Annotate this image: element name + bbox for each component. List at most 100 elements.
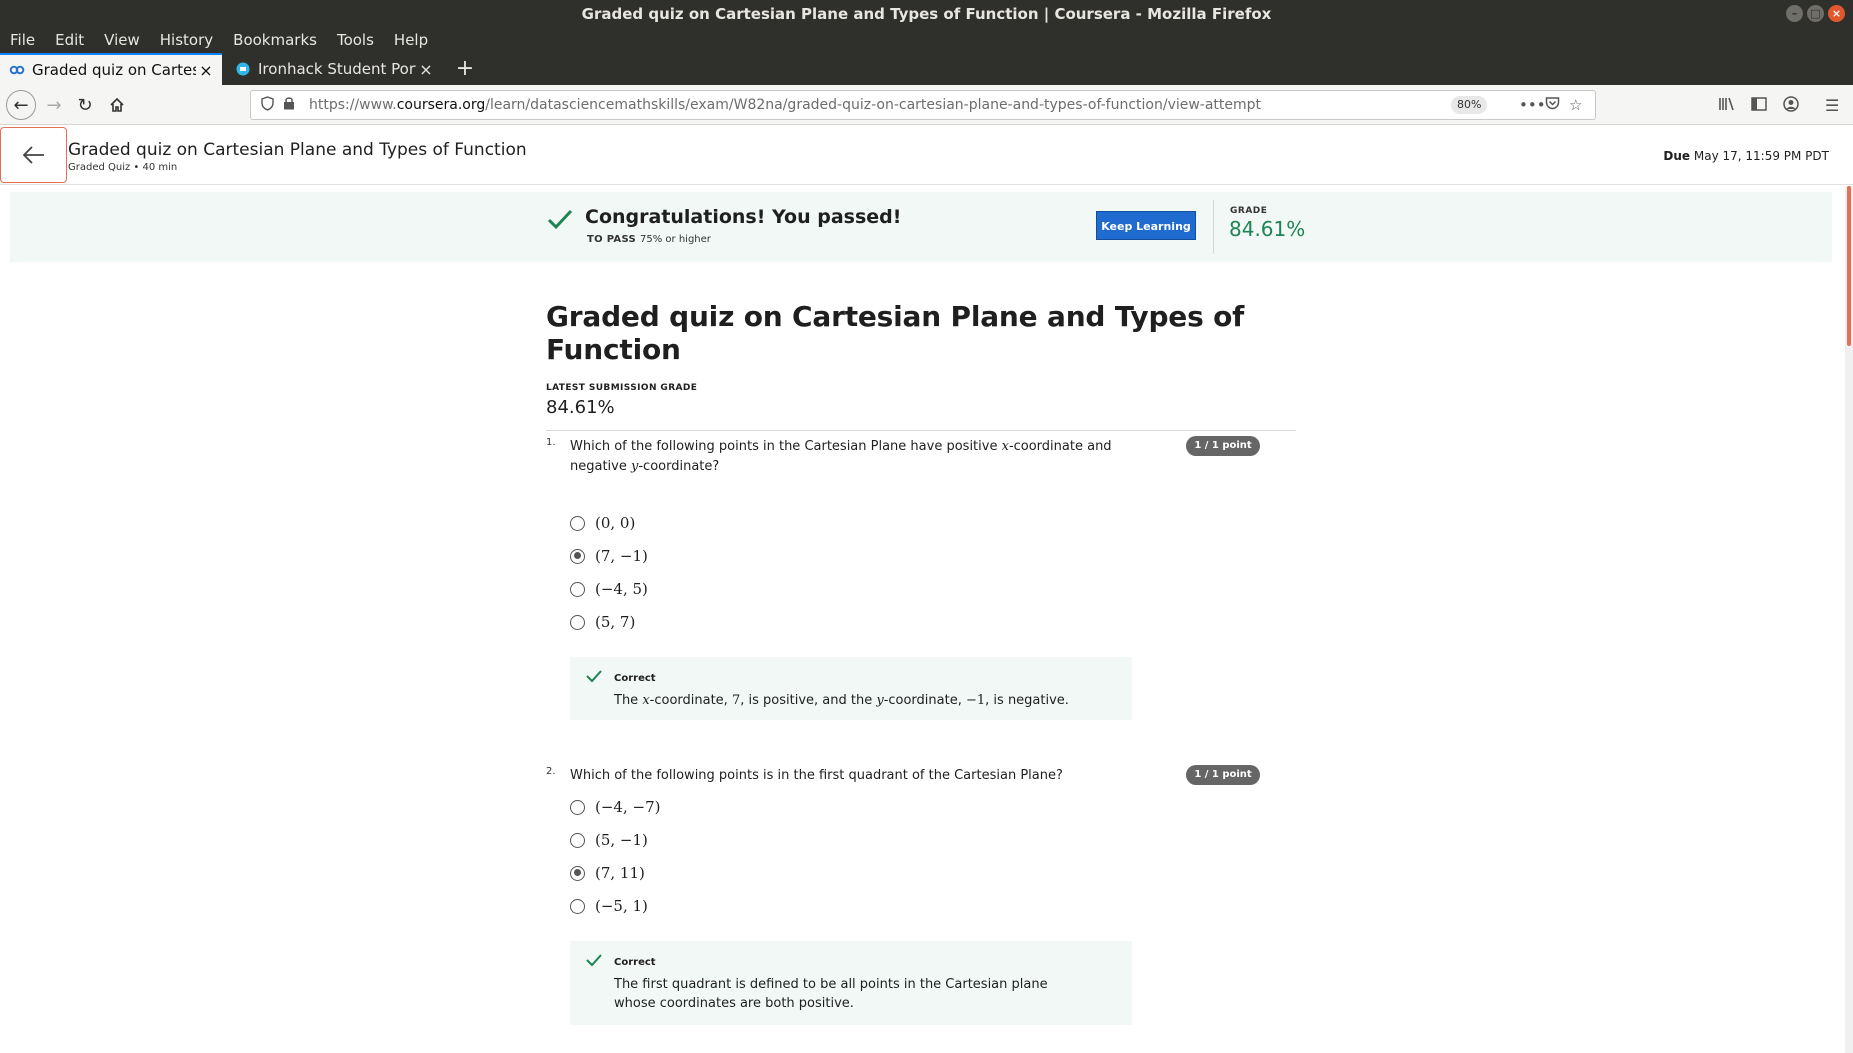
window-titlebar: Graded quiz on Cartesian Plane and Types… [0, 0, 1853, 28]
keep-learning-button[interactable]: Keep Learning [1096, 211, 1196, 240]
reload-icon[interactable]: ↻ [71, 91, 99, 119]
radio-button[interactable] [570, 832, 585, 848]
math-number: 7 [731, 693, 741, 708]
menu-tools[interactable]: Tools [337, 28, 384, 53]
back-arrow-icon[interactable]: ← [6, 90, 36, 120]
radio-button[interactable] [570, 614, 585, 630]
account-icon[interactable] [1783, 96, 1799, 116]
home-icon[interactable] [103, 91, 131, 119]
latest-grade-value: 84.61% [546, 397, 615, 418]
radio-button-selected[interactable] [570, 548, 585, 564]
tab-coursera-quiz[interactable]: Graded quiz on Cartesian Plane and Types… [0, 53, 222, 85]
menu-history[interactable]: History [160, 28, 223, 53]
course-header: Graded quiz on Cartesian Plane and Types… [0, 125, 1853, 185]
more-actions-icon[interactable]: ••• [1519, 96, 1546, 114]
answer-option[interactable]: (7, 11) [570, 863, 645, 883]
tab-bar: Graded quiz on Cartesian Plane and Types… [0, 53, 1853, 85]
check-icon [547, 204, 573, 237]
pocket-icon[interactable] [1545, 96, 1560, 114]
grade-value: 84.61% [1229, 217, 1306, 241]
back-arrow-icon[interactable] [0, 127, 67, 183]
option-label: (0, 0) [595, 514, 636, 532]
feedback-box: Correct The first quadrant is defined to… [570, 941, 1132, 1025]
quiz-subtitle: Graded Quiz • 40 min [68, 162, 178, 173]
option-label: (−4, 5) [595, 580, 648, 598]
new-tab-icon[interactable]: + [452, 56, 478, 81]
question-text: Which of the following points in the Car… [570, 437, 1130, 477]
url-path: /learn/datasciencemathskills/exam/W82na/… [485, 97, 1262, 113]
to-pass-label: TO PASS [587, 234, 637, 245]
latest-grade-label: LATEST SUBMISSION GRADE [546, 383, 698, 393]
feedback-title: Correct [614, 957, 656, 968]
url-domain: coursera.org [396, 97, 486, 113]
tab-close-icon[interactable]: × [196, 61, 216, 80]
lock-icon[interactable] [283, 96, 295, 114]
pass-banner: Congratulations! You passed! TO PASS 75% … [10, 192, 1832, 262]
forward-arrow-icon[interactable]: → [40, 91, 68, 119]
tab-close-icon[interactable]: × [416, 60, 436, 79]
menu-bookmarks[interactable]: Bookmarks [233, 28, 327, 53]
coursera-favicon-icon [8, 61, 26, 79]
option-label: (5, 7) [595, 613, 636, 631]
maximize-icon[interactable]: □ [1807, 5, 1824, 22]
radio-button[interactable] [570, 799, 585, 815]
grade-label: GRADE [1230, 206, 1268, 216]
zoom-level-badge[interactable]: 80% [1451, 96, 1488, 114]
minimize-icon[interactable]: – [1786, 5, 1803, 22]
answer-option[interactable]: (5, 7) [570, 612, 635, 632]
feedback-title: Correct [614, 673, 656, 684]
question-number: 2. [546, 766, 556, 777]
answer-option[interactable]: (7, −1) [570, 546, 648, 566]
question-text-part: Which of the following points in the Car… [570, 439, 1002, 454]
library-icon[interactable] [1718, 96, 1736, 116]
shield-icon[interactable] [261, 96, 274, 115]
option-label: (−5, 1) [595, 897, 648, 915]
navigation-toolbar: ← → ↻ https://www.coursera.org/learn/dat… [0, 85, 1853, 125]
answer-option[interactable]: (−5, 1) [570, 896, 648, 916]
quiz-main-content: Graded quiz on Cartesian Plane and Types… [546, 300, 1296, 1025]
radio-button-selected[interactable] [570, 865, 585, 881]
menu-bar: File Edit View History Bookmarks Tools H… [0, 28, 1853, 53]
menu-edit[interactable]: Edit [55, 28, 94, 53]
math-variable: y [876, 693, 884, 708]
banner-divider [1213, 200, 1214, 254]
feedback-part: -coordinate, [649, 693, 732, 708]
due-date: Due May 17, 11:59 PM PDT [1663, 149, 1829, 163]
feedback-text: The first quadrant is defined to be all … [614, 977, 1048, 1011]
menu-view[interactable]: View [104, 28, 150, 53]
to-pass-info: TO PASS 75% or higher [587, 234, 711, 245]
url-prefix: https://www. [309, 97, 397, 113]
tab-label: Ironhack Student Portal [258, 60, 416, 78]
math-variable: x [642, 693, 650, 708]
radio-button[interactable] [570, 515, 585, 531]
check-icon [586, 667, 602, 688]
option-label: (7, 11) [595, 864, 645, 882]
divider [546, 430, 1296, 431]
url-bar[interactable]: https://www.coursera.org/learn/datascien… [250, 90, 1596, 120]
menu-help[interactable]: Help [394, 28, 438, 53]
scrollbar-thumb[interactable] [1847, 186, 1851, 346]
radio-button[interactable] [570, 898, 585, 914]
question-text-part: -coordinate? [638, 459, 720, 474]
points-badge: 1 / 1 point [1186, 765, 1260, 785]
window-title: Graded quiz on Cartesian Plane and Types… [581, 5, 1272, 23]
tab-ironhack[interactable]: Ironhack Student Portal × [226, 53, 442, 85]
sidebar-icon[interactable] [1751, 96, 1767, 115]
hamburger-menu-icon[interactable]: ☰ [1825, 96, 1839, 115]
option-label: (5, −1) [595, 831, 648, 849]
feedback-box: Correct The x-coordinate, 7, is positive… [570, 657, 1132, 720]
math-number: −1 [965, 693, 986, 708]
answer-option[interactable]: (−4, −7) [570, 797, 660, 817]
menu-file[interactable]: File [10, 28, 45, 53]
page-title: Graded quiz on Cartesian Plane and Types… [546, 300, 1245, 366]
answer-option[interactable]: (−4, 5) [570, 579, 648, 599]
math-variable: x [1001, 439, 1009, 454]
tab-label: Graded quiz on Cartesian Plane and Types… [32, 61, 196, 79]
answer-option[interactable]: (0, 0) [570, 513, 635, 533]
window-controls: – □ × [1786, 5, 1845, 22]
close-window-icon[interactable]: × [1828, 5, 1845, 22]
url-text: https://www.coursera.org/learn/datascien… [309, 97, 1261, 113]
answer-option[interactable]: (5, −1) [570, 830, 648, 850]
bookmark-star-icon[interactable]: ☆ [1569, 96, 1582, 114]
radio-button[interactable] [570, 581, 585, 597]
